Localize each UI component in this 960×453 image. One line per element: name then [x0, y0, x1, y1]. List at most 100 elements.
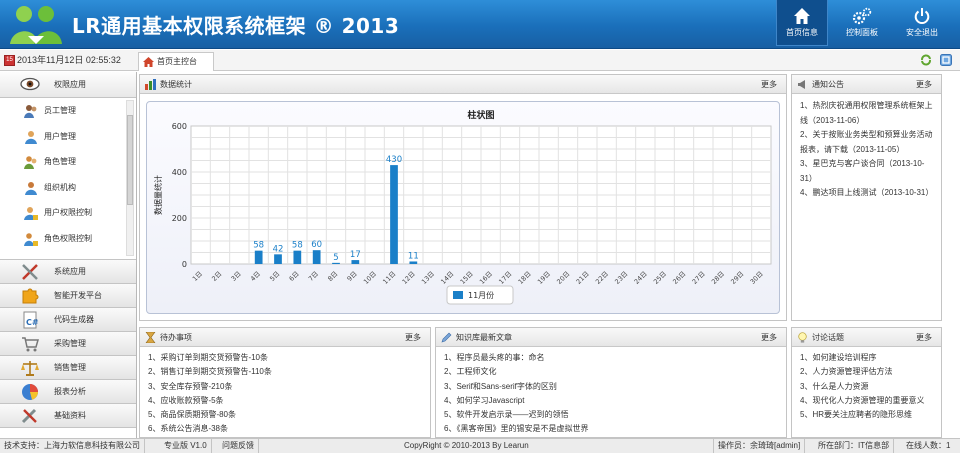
discussion-more-link[interactable]: 更多	[916, 328, 932, 347]
todo-item[interactable]: 2、销售订单到期交货预警告-110条	[148, 365, 424, 379]
todo-item[interactable]: 6、系统公告消息-38条	[148, 422, 424, 436]
pencil-icon	[441, 332, 452, 343]
todo-more-link[interactable]: 更多	[405, 328, 421, 347]
control-panel-button[interactable]: 控制面板	[836, 0, 888, 46]
discussion-list: 1、如何建设培训程序 2、人力资源管理评估方法 3、什么是人力资源 4、现代化人…	[792, 347, 941, 422]
stats-panel: 数据统计 更多 柱状图 数据量统计 0 200 400 600 1日 2日 3日 4日 5日 6日 7日…	[139, 74, 787, 321]
discussion-panel-header: 讨论话题 更多	[792, 328, 941, 347]
chart-bar	[332, 262, 340, 264]
sidebar-item-label: 角色管理	[44, 157, 76, 166]
todo-item[interactable]: 1、采购订单到期交货预警告-10条	[148, 351, 424, 365]
sidebar-section-reports[interactable]: 报表分析	[0, 380, 136, 404]
todo-item[interactable]: 3、安全库存预警-210条	[148, 380, 424, 394]
online-count-text: 在线人数：1	[906, 441, 951, 450]
todo-panel-header: 待办事项 更多	[140, 328, 430, 347]
discussion-item[interactable]: 2、人力资源管理评估方法	[800, 365, 935, 379]
notice-panel-title: 通知公告	[812, 80, 844, 89]
knowledge-item[interactable]: 2、工程师文化	[444, 365, 780, 379]
user-permission-icon	[24, 207, 38, 220]
feedback-link[interactable]: 问题反馈	[218, 439, 259, 453]
y-tick-label: 600	[172, 122, 187, 131]
tab-home-label: 首页主控台	[157, 57, 197, 66]
stats-more-link[interactable]: 更多	[761, 75, 777, 94]
sidebar-section-sales[interactable]: 销售管理	[0, 356, 136, 380]
scrollbar-thumb[interactable]	[127, 115, 133, 205]
tools-icon	[22, 264, 38, 280]
sidebar-item-employee[interactable]: 员工管理	[0, 98, 136, 124]
notice-item[interactable]: 1、热烈庆祝通用权限管理系统框架上线（2013-11-06）	[800, 99, 933, 128]
sidebar-section-purchase[interactable]: 采购管理	[0, 332, 136, 356]
notice-panel-header: 通知公告 更多	[792, 75, 941, 94]
sidebar-item-role-permission[interactable]: 角色权限控制	[0, 226, 136, 252]
sidebar-item-label: 角色权限控制	[44, 233, 92, 243]
discussion-item[interactable]: 4、现代化人力资源管理的重要意义	[800, 394, 935, 408]
discussion-item[interactable]: 5、HR要关注应聘者的隐形思维	[800, 408, 935, 422]
knowledge-item[interactable]: 6、《黑客帝国》里的锡安是不是虚拟世界	[444, 422, 780, 436]
pie-chart-icon	[22, 384, 38, 400]
sidebar-scrollbar[interactable]	[126, 100, 134, 256]
power-icon	[914, 8, 930, 25]
x-tick-label: 24日	[633, 270, 649, 286]
knowledge-item[interactable]: 3、Serif和Sans-serif字体的区别	[444, 380, 780, 394]
sidebar-section-basic-data[interactable]: 基础资料	[0, 404, 136, 428]
discussion-panel-title: 讨论话题	[812, 333, 844, 342]
knowledge-item[interactable]: 4、如何学习Javascript	[444, 394, 780, 408]
x-tick-label: 30日	[749, 270, 765, 286]
wrench-icon	[21, 408, 37, 424]
sidebar-section-codegen[interactable]: C# 代码生成器	[0, 308, 136, 332]
sidebar-item-user-permission[interactable]: 用户权限控制	[0, 200, 136, 226]
knowledge-item[interactable]: 5、软件开发启示录——迟到的领悟	[444, 408, 780, 422]
todo-item[interactable]: 5、商品保质期预警-80条	[148, 408, 424, 422]
todo-item[interactable]: 4、应收账款预警-5条	[148, 394, 424, 408]
tab-home-console[interactable]: 首页主控台	[138, 52, 214, 71]
sidebar-section-permission[interactable]: 权限应用	[0, 72, 136, 98]
bar-value-label: 58	[292, 241, 303, 251]
x-tick-label: 3日	[230, 270, 243, 283]
knowledge-more-link[interactable]: 更多	[761, 328, 777, 347]
datetime-display: 15 2013年11月12日 02:55:32	[4, 53, 121, 68]
puzzle-icon	[22, 288, 39, 304]
sidebar-item-org[interactable]: 组织机构	[0, 175, 136, 201]
fullscreen-icon[interactable]	[940, 54, 952, 66]
chart-bar	[293, 250, 302, 264]
refresh-icon[interactable]	[920, 54, 932, 66]
sidebar-item-role[interactable]: 角色管理	[0, 149, 136, 175]
discussion-item[interactable]: 1、如何建设培训程序	[800, 351, 935, 365]
notice-item[interactable]: 2、关于按账业务类型和预算业务活动 报表，请下载（2013-11-05）	[800, 128, 933, 157]
x-tick-label: 14日	[439, 270, 455, 286]
house-icon	[143, 57, 154, 67]
sidebar-section-system[interactable]: 系统应用	[0, 260, 136, 284]
home-button[interactable]: 首页信息	[776, 0, 828, 46]
discussion-panel: 讨论话题 更多 1、如何建设培训程序 2、人力资源管理评估方法 3、什么是人力资…	[791, 327, 942, 438]
x-tick-label: 5日	[268, 270, 281, 283]
user-icon	[25, 130, 37, 144]
sidebar-section-dev-platform[interactable]: 智能开发平台	[0, 284, 136, 308]
y-tick-label: 400	[172, 168, 187, 177]
x-tick-label: 19日	[536, 270, 552, 286]
calendar-icon: 15	[4, 55, 15, 67]
sidebar-item-user[interactable]: 用户管理	[0, 124, 136, 150]
y-tick-label: 200	[172, 214, 187, 223]
stats-panel-title: 数据统计	[160, 80, 192, 89]
x-tick-label: 1日	[191, 270, 204, 283]
notice-list: 1、热烈庆祝通用权限管理系统框架上线（2013-11-06） 2、关于按账业务类…	[792, 94, 941, 201]
notice-more-link[interactable]: 更多	[916, 75, 932, 94]
x-tick-label: 17日	[497, 270, 513, 286]
app-header: LR通用基本权限系统框架 ® 2013 首页信息 控制面板 安全退出	[0, 0, 960, 49]
datetime-text: 2013年11月12日 02:55:32	[17, 55, 121, 65]
x-tick-label: 7日	[307, 270, 320, 283]
hourglass-icon	[145, 332, 156, 343]
knowledge-item[interactable]: 1、程序员最头疼的事：命名	[444, 351, 780, 365]
x-tick-label: 29日	[729, 270, 745, 286]
role-permission-icon	[24, 232, 38, 246]
x-tick-label: 2日	[210, 270, 223, 283]
discussion-item[interactable]: 3、什么是人力资源	[800, 380, 935, 394]
x-tick-label: 8日	[326, 270, 339, 283]
bar-value-label: 42	[273, 244, 284, 254]
legend-label: 11月份	[468, 290, 494, 300]
megaphone-icon	[798, 80, 805, 89]
eye-icon	[20, 77, 40, 91]
notice-item[interactable]: 4、鹏达项目上线测试（2013-10-31）	[800, 186, 933, 201]
notice-item[interactable]: 3、星巴克与客户谈合同（2013-10-31）	[800, 157, 933, 186]
logout-button[interactable]: 安全退出	[896, 0, 948, 46]
